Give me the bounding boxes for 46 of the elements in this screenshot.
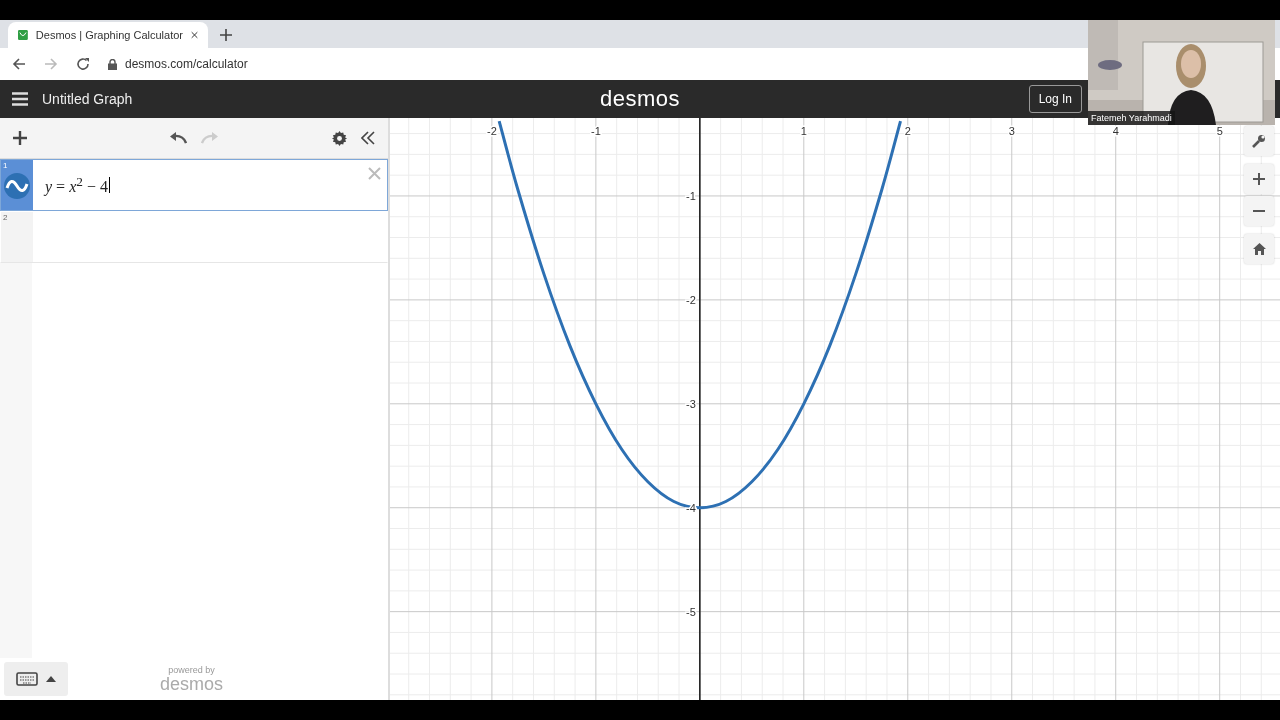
tick-label: 1	[800, 125, 807, 137]
favicon-icon	[18, 28, 28, 42]
tick-label: 4	[1112, 125, 1119, 137]
lock-icon	[108, 58, 117, 70]
tick-label: -3	[686, 397, 696, 410]
tick-label: -1	[590, 125, 601, 137]
parabola-curve[interactable]	[497, 120, 902, 510]
browser-tab[interactable]: Desmos | Graphing Calculator	[8, 22, 208, 48]
new-tab-icon[interactable]	[220, 29, 232, 41]
settings-icon[interactable]	[332, 130, 347, 146]
wrench-icon	[1252, 134, 1266, 148]
add-icon[interactable]	[13, 131, 27, 145]
math-expression[interactable]: y = x$^{2}$ − 4	[45, 173, 108, 197]
login-button[interactable]: Log In	[1028, 85, 1082, 113]
menu-icon[interactable]	[12, 92, 28, 106]
back-icon[interactable]	[12, 57, 26, 71]
caret-icon	[46, 676, 56, 682]
zoom-in-button[interactable]	[1244, 164, 1274, 194]
tick-label: 5	[1216, 125, 1223, 137]
home-icon	[1252, 243, 1266, 255]
wrench-button[interactable]	[1244, 126, 1274, 156]
home-button[interactable]	[1244, 234, 1274, 264]
undo-icon[interactable]	[168, 132, 187, 144]
tick-label: 3	[1008, 125, 1015, 137]
desmos-logo: desmos	[600, 86, 680, 112]
keyboard-button[interactable]	[4, 662, 68, 696]
close-icon[interactable]	[191, 30, 198, 40]
expression-row[interactable]: 2	[0, 211, 388, 263]
expression-index: 1	[3, 161, 8, 170]
zoom-out-button[interactable]	[1244, 196, 1274, 226]
reload-icon[interactable]	[76, 57, 90, 71]
keyboard-icon	[16, 672, 38, 686]
tick-label: -5	[686, 605, 696, 618]
tick-label: -1	[686, 189, 696, 202]
desmos-logo: desmos	[160, 674, 224, 693]
tick-label: -2	[487, 125, 497, 137]
plus-icon	[1253, 173, 1265, 185]
tick-label: -2	[686, 293, 696, 306]
powered-by-text: powered by	[168, 665, 215, 675]
curve-icon[interactable]	[4, 173, 30, 199]
participant-name: Fatemeh Yarahmadi	[1088, 111, 1175, 125]
collapse-icon[interactable]	[361, 131, 375, 145]
expression-index: 2	[3, 213, 8, 222]
expression-row[interactable]: 1 y = x$^{2}$ − 4	[0, 159, 388, 211]
graph-title[interactable]: Untitled Graph	[42, 91, 133, 107]
tick-label: 2	[904, 125, 911, 137]
